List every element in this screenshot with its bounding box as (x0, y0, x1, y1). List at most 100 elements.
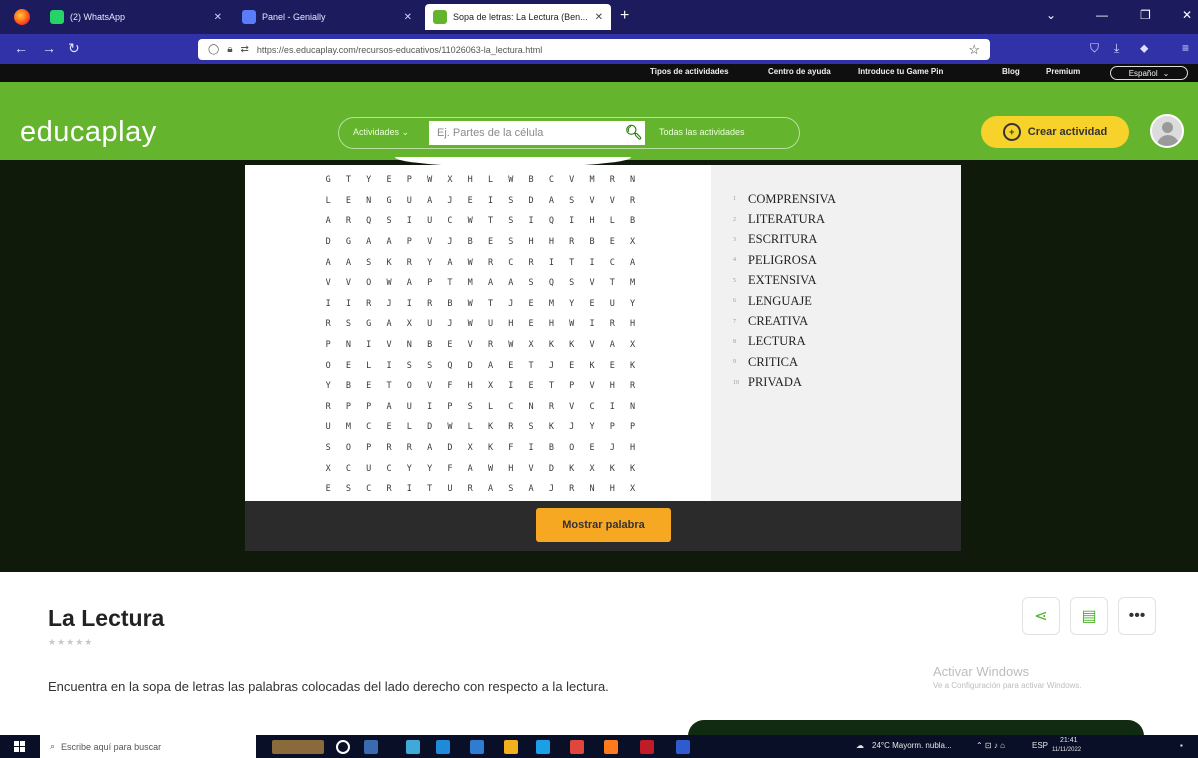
educaplay-logo[interactable]: educaplay (20, 116, 157, 149)
grid-cell[interactable]: H (602, 376, 622, 397)
grid-cell[interactable]: L (480, 397, 500, 418)
grid-cell[interactable]: V (521, 458, 541, 479)
reload-icon[interactable]: ↻ (68, 40, 80, 57)
grid-cell[interactable]: T (521, 355, 541, 376)
grid-cell[interactable]: P (338, 397, 358, 418)
grid-cell[interactable]: K (480, 438, 500, 459)
grid-cell[interactable]: H (622, 438, 642, 459)
grid-cell[interactable]: W (440, 417, 460, 438)
link-help-center[interactable]: Centro de ayuda (768, 67, 831, 76)
grid-cell[interactable]: T (440, 273, 460, 294)
grid-cell[interactable]: U (440, 479, 460, 500)
grid-cell[interactable]: R (562, 479, 582, 500)
grid-cell[interactable]: X (480, 376, 500, 397)
widget-image-icon[interactable] (272, 740, 324, 754)
grid-cell[interactable]: J (541, 479, 561, 500)
download-icon[interactable]: ⤓ (1114, 41, 1119, 56)
grid-cell[interactable]: U (419, 211, 439, 232)
grid-cell[interactable]: M (541, 294, 561, 315)
grid-cell[interactable]: J (440, 191, 460, 212)
clock-date[interactable]: 11/11/2022 (1052, 747, 1081, 753)
grid-cell[interactable]: Y (419, 458, 439, 479)
grid-cell[interactable]: S (562, 273, 582, 294)
grid-cell[interactable]: I (602, 397, 622, 418)
grid-cell[interactable]: R (501, 417, 521, 438)
grid-cell[interactable]: F (440, 376, 460, 397)
grid-cell[interactable]: J (501, 294, 521, 315)
grid-cell[interactable]: O (359, 273, 379, 294)
grid-cell[interactable]: R (318, 314, 338, 335)
grid-cell[interactable]: A (480, 479, 500, 500)
grid-cell[interactable]: U (399, 397, 419, 418)
grid-cell[interactable]: B (541, 438, 561, 459)
grid-cell[interactable]: V (562, 397, 582, 418)
taskbar-search[interactable]: ⌕ Escribe aquí para buscar (40, 735, 256, 758)
app-icon[interactable] (640, 740, 654, 754)
explorer-icon[interactable] (504, 740, 518, 754)
minimize-button[interactable]: — (1096, 8, 1108, 22)
chrome-icon[interactable] (570, 740, 584, 754)
grid-cell[interactable]: B (460, 232, 480, 253)
grid-cell[interactable]: N (399, 335, 419, 356)
grid-cell[interactable]: C (359, 479, 379, 500)
grid-cell[interactable]: A (460, 458, 480, 479)
grid-cell[interactable]: A (541, 191, 561, 212)
grid-cell[interactable]: S (338, 314, 358, 335)
grid-cell[interactable]: Q (541, 273, 561, 294)
grid-cell[interactable]: E (359, 376, 379, 397)
extensions-icon[interactable]: ⬥ (1140, 41, 1148, 56)
grid-cell[interactable]: U (359, 458, 379, 479)
grid-cell[interactable]: H (622, 314, 642, 335)
grid-cell[interactable]: J (379, 294, 399, 315)
grid-cell[interactable]: D (521, 191, 541, 212)
grid-cell[interactable]: T (562, 252, 582, 273)
grid-cell[interactable]: T (338, 170, 358, 191)
firefox-taskbar-icon[interactable] (604, 740, 618, 754)
grid-cell[interactable]: P (359, 397, 379, 418)
grid-cell[interactable]: B (338, 376, 358, 397)
grid-cell[interactable]: L (602, 211, 622, 232)
grid-cell[interactable]: R (359, 294, 379, 315)
grid-cell[interactable]: W (379, 273, 399, 294)
grid-cell[interactable]: R (379, 438, 399, 459)
grid-cell[interactable]: H (582, 211, 602, 232)
grid-cell[interactable]: Y (582, 417, 602, 438)
grid-cell[interactable]: I (419, 397, 439, 418)
grid-cell[interactable]: G (318, 170, 338, 191)
grid-cell[interactable]: T (379, 376, 399, 397)
grid-cell[interactable]: D (419, 417, 439, 438)
grid-cell[interactable]: M (338, 417, 358, 438)
grid-cell[interactable]: M (460, 273, 480, 294)
grid-cell[interactable]: I (399, 211, 419, 232)
grid-cell[interactable]: W (460, 314, 480, 335)
language-indicator[interactable]: ESP (1032, 741, 1048, 750)
grid-cell[interactable]: W (501, 335, 521, 356)
grid-cell[interactable]: H (541, 314, 561, 335)
grid-cell[interactable]: W (501, 170, 521, 191)
back-icon[interactable]: ← (14, 40, 28, 56)
grid-cell[interactable]: S (501, 232, 521, 253)
grid-cell[interactable]: V (602, 191, 622, 212)
star-rating[interactable]: ★★★★★ (48, 637, 93, 648)
grid-cell[interactable]: A (602, 335, 622, 356)
grid-cell[interactable]: X (399, 314, 419, 335)
language-select[interactable]: Español ⌄ (1110, 66, 1188, 80)
grid-cell[interactable]: C (440, 211, 460, 232)
grid-cell[interactable]: E (521, 376, 541, 397)
create-activity-button[interactable]: + Crear actividad (981, 116, 1129, 148)
grid-cell[interactable]: E (501, 355, 521, 376)
grid-cell[interactable]: O (318, 355, 338, 376)
grid-cell[interactable]: J (562, 417, 582, 438)
grid-cell[interactable]: S (399, 355, 419, 376)
grid-cell[interactable]: T (602, 273, 622, 294)
grid-cell[interactable]: P (622, 417, 642, 438)
grid-cell[interactable]: R (318, 397, 338, 418)
grid-cell[interactable]: G (338, 232, 358, 253)
grid-cell[interactable]: X (521, 335, 541, 356)
grid-cell[interactable]: K (480, 417, 500, 438)
grid-cell[interactable]: H (541, 232, 561, 253)
grid-cell[interactable]: D (440, 438, 460, 459)
task-view-icon[interactable] (364, 740, 378, 754)
grid-cell[interactable]: K (582, 355, 602, 376)
grid-cell[interactable]: T (480, 211, 500, 232)
